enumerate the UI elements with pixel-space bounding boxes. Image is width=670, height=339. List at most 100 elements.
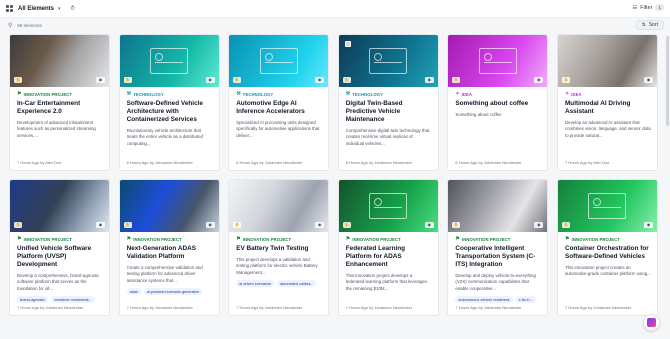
element-card[interactable]: ✋ ◉ ✧ IDEA Multimodal AI Driving Assistant De… <box>556 34 658 171</box>
like-icon[interactable]: ✋ <box>14 77 22 83</box>
card-thumbnail: ✋ ◉ <box>448 180 548 232</box>
view-icon[interactable]: ◉ <box>315 222 325 228</box>
element-card[interactable]: ✋ ◉ ⚑ INNOVATION PROJECT Container Orchestra… <box>556 179 658 316</box>
view-icon[interactable]: ◉ <box>205 222 215 228</box>
tag-chip[interactable]: autonomous vehicle readiness <box>455 296 513 304</box>
card-description: Develop and deploy vehicle-to-everything… <box>455 273 536 291</box>
tag-chip[interactable]: ai-driven scenarios <box>236 280 275 288</box>
tag-chip[interactable]: brand-agnostic <box>17 296 49 304</box>
card-title[interactable]: Cooperative Intelligent Transportation S… <box>455 245 541 269</box>
assistant-button[interactable] <box>643 314 660 331</box>
like-icon[interactable]: ✋ <box>123 222 132 228</box>
lightbulb-icon: ✧ <box>564 91 570 97</box>
element-card[interactable]: ✋ ◉ ⚑ INNOVATION PROJECT Federated Learning … <box>337 179 439 316</box>
scrollbar[interactable] <box>666 36 669 126</box>
view-icon[interactable]: ◉ <box>534 222 544 228</box>
filter-button[interactable]: ☵ Filter 1 <box>632 4 664 11</box>
tag-chip[interactable]: ai-powered scenario generatior <box>143 288 203 296</box>
element-card[interactable]: ✋ ◉ ✧ IDEA Something about coffee Something a… <box>447 34 549 171</box>
card-meta: 7 Hours Ago by Johannes Neudecker <box>564 305 632 310</box>
card-grid: ✋ ◉ ⚑ INNOVATION PROJECT In-Car Entertainmen… <box>9 34 659 316</box>
element-card[interactable]: ✋ ◉ ⚑ INNOVATION PROJECT In-Car Entertainmen… <box>9 34 110 171</box>
image-placeholder-icon <box>369 48 408 74</box>
card-title[interactable]: Digital Twin-Based Predictive Vehicle Ma… <box>346 100 432 124</box>
card-thumbnail: ✋ ◉ <box>10 35 109 87</box>
chevron-down-icon[interactable]: ▾ <box>58 6 61 12</box>
view-title[interactable]: All Elements <box>18 6 54 12</box>
category-text: TECHNOLOGY <box>133 91 164 97</box>
element-card[interactable]: ✋ ◉ ⚒ TECHNOLOGY Software-Defined Vehicle Ar… <box>118 34 220 171</box>
flag-icon: ⚑ <box>455 236 460 242</box>
like-icon[interactable]: ✋ <box>123 77 132 83</box>
category-label: ⚒ TECHNOLOGY <box>236 91 322 97</box>
card-description: Revolutionary vehicle architecture that … <box>126 128 203 146</box>
card-meta: 6 Hours Ago by Johannes Neudecker <box>126 160 193 165</box>
element-card[interactable]: ✋ ◉ ⚑ INNOVATION PROJECT Next-Generation ADA… <box>118 179 220 316</box>
filter-icon: ☵ <box>632 4 638 11</box>
card-title[interactable]: EV Battery Twin Testing <box>236 245 322 253</box>
card-title[interactable]: Next-Generation ADAS Validation Platform <box>127 245 213 261</box>
category-label: ⚑ INNOVATION PROJECT <box>127 236 213 242</box>
select-checkbox[interactable] <box>344 41 351 47</box>
like-icon[interactable]: ✋ <box>452 222 461 228</box>
card-title[interactable]: Federated Learning Platform for ADAS Enh… <box>346 245 432 269</box>
element-card[interactable]: ✋ ◉ ⚑ INNOVATION PROJECT Cooperative Intelli… <box>447 179 549 316</box>
card-title[interactable]: Something about coffee <box>455 100 541 108</box>
filter-label: Filter <box>640 4 653 11</box>
tag-chip[interactable]: automated calibra... <box>277 280 317 288</box>
card-title[interactable]: Automotive Edge AI Inference Accelerator… <box>236 100 322 116</box>
view-icon[interactable]: ◉ <box>96 77 105 83</box>
tag-chip[interactable]: c-its in... <box>515 296 536 304</box>
view-icon[interactable]: ◉ <box>315 77 325 83</box>
category-label: ⚑ INNOVATION PROJECT <box>17 91 103 97</box>
view-icon[interactable]: ◉ <box>205 77 215 83</box>
like-icon[interactable]: ✋ <box>14 222 22 228</box>
card-title[interactable]: Multimodal AI Driving Assistant <box>565 100 651 116</box>
element-card[interactable]: ✋ ◉ ⚑ INNOVATION PROJECT Unified Vehicle Sof… <box>9 179 110 316</box>
card-thumbnail: ✋ ◉ <box>229 180 329 232</box>
view-icon[interactable]: ◉ <box>643 222 653 228</box>
tag-chip[interactable]: adas <box>126 288 141 296</box>
card-title[interactable]: Unified Vehicle Software Platform (UVSP)… <box>17 245 103 269</box>
card-title[interactable]: Software-Defined Vehicle Architecture wi… <box>127 100 213 124</box>
tag-list: brand-agnostic container orchestrati... <box>17 296 103 304</box>
card-description: Create a comprehensive validation and te… <box>126 265 203 283</box>
card-thumbnail: ✋ ◉ <box>119 35 219 87</box>
share-icon[interactable]: ⥀ <box>71 5 75 12</box>
sort-button[interactable]: ⇅ Sort <box>635 20 664 30</box>
flag-icon: ⚑ <box>17 91 22 97</box>
element-card[interactable]: ✋ ◉ ⚒ TECHNOLOGY Digital Twin-Based Predicti… <box>337 34 439 171</box>
card-title[interactable]: In-Car Entertainment Experience 2.0 <box>17 100 103 116</box>
like-icon[interactable]: ✋ <box>233 77 242 83</box>
view-icon[interactable]: ◉ <box>424 222 434 228</box>
view-icon[interactable]: ◉ <box>534 77 544 83</box>
image-placeholder-icon <box>369 193 408 219</box>
category-text: IDEA <box>571 91 582 97</box>
like-icon[interactable]: ✋ <box>561 222 570 228</box>
category-label: ⚑ INNOVATION PROJECT <box>565 236 651 242</box>
like-icon[interactable]: ✋ <box>342 77 351 83</box>
category-text: INNOVATION PROJECT <box>23 91 73 97</box>
element-card[interactable]: ✋ ◉ ⚑ INNOVATION PROJECT EV Battery Twin Tes… <box>228 179 330 316</box>
card-title[interactable]: Container Orchestration for Software-Def… <box>565 245 651 261</box>
view-icon[interactable]: ◉ <box>643 77 653 83</box>
lightbulb-icon: ✧ <box>455 91 460 97</box>
flag-icon: ⚑ <box>564 236 570 242</box>
card-description: Something about coffee <box>455 112 502 117</box>
tools-icon: ⚒ <box>236 91 241 97</box>
like-icon[interactable]: ✋ <box>233 222 242 228</box>
view-icon[interactable]: ◉ <box>424 77 434 83</box>
like-icon[interactable]: ✋ <box>561 77 570 83</box>
card-meta: 7 Hours Ago by Alex Doe <box>17 160 62 165</box>
like-icon[interactable]: ✋ <box>342 222 351 228</box>
view-icon[interactable]: ◉ <box>96 222 105 228</box>
element-card[interactable]: ✋ ◉ ⚒ TECHNOLOGY Automotive Edge AI Inferenc… <box>228 34 330 171</box>
like-icon[interactable]: ✋ <box>452 77 461 83</box>
card-thumbnail: ✋ ◉ <box>10 180 109 232</box>
category-label: ⚒ TECHNOLOGY <box>127 91 213 97</box>
tag-chip[interactable]: container orchestrati... <box>51 296 95 304</box>
card-description: Develop an advanced AI assistant that co… <box>564 120 651 138</box>
category-text: INNOVATION PROJECT <box>242 236 292 242</box>
search-icon[interactable]: ⚲ <box>8 22 12 29</box>
card-thumbnail: ✋ ◉ <box>448 35 548 87</box>
